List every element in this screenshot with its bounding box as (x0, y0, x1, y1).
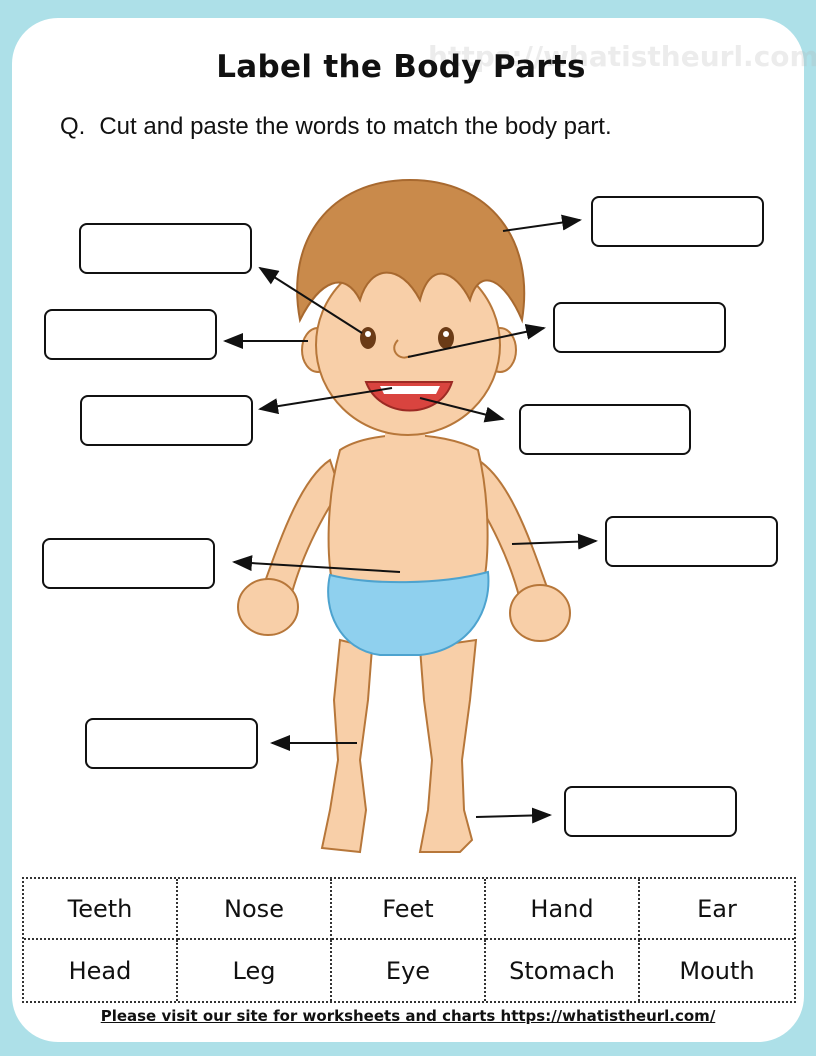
word-card[interactable]: Eye (332, 940, 486, 1001)
arrow-feet (475, 807, 552, 824)
label-box-leg[interactable] (85, 718, 258, 769)
label-box-hand[interactable] (605, 516, 778, 567)
label-box-mouth[interactable] (519, 404, 691, 455)
body-figure (237, 178, 571, 854)
label-box-head[interactable] (591, 196, 764, 247)
word-card[interactable]: Head (24, 940, 178, 1001)
label-box-stomach[interactable] (42, 538, 215, 589)
label-box-teeth[interactable] (80, 395, 253, 446)
left-hand (237, 578, 299, 636)
label-box-feet[interactable] (564, 786, 737, 837)
word-card[interactable]: Hand (486, 879, 640, 940)
right-hand (509, 584, 571, 642)
word-card[interactable]: Feet (332, 879, 486, 940)
footer-link[interactable]: Please visit our site for worksheets and… (0, 1007, 816, 1025)
word-card[interactable]: Nose (178, 879, 332, 940)
label-box-nose[interactable] (553, 302, 726, 353)
label-box-ear[interactable] (44, 309, 217, 360)
word-bank: Teeth Nose Feet Hand Ear Head Leg Eye St… (22, 877, 796, 1003)
torso (327, 434, 489, 591)
word-card[interactable]: Ear (640, 879, 794, 940)
teeth (380, 386, 440, 394)
word-card[interactable]: Stomach (486, 940, 640, 1001)
arrow-head (502, 214, 582, 232)
left-leg (320, 638, 374, 854)
right-eye (438, 327, 454, 349)
word-card[interactable]: Mouth (640, 940, 794, 1001)
left-eye (360, 327, 376, 349)
word-card[interactable]: Leg (178, 940, 332, 1001)
word-card[interactable]: Teeth (24, 879, 178, 940)
right-leg (418, 638, 478, 853)
label-box-eye[interactable] (79, 223, 252, 274)
